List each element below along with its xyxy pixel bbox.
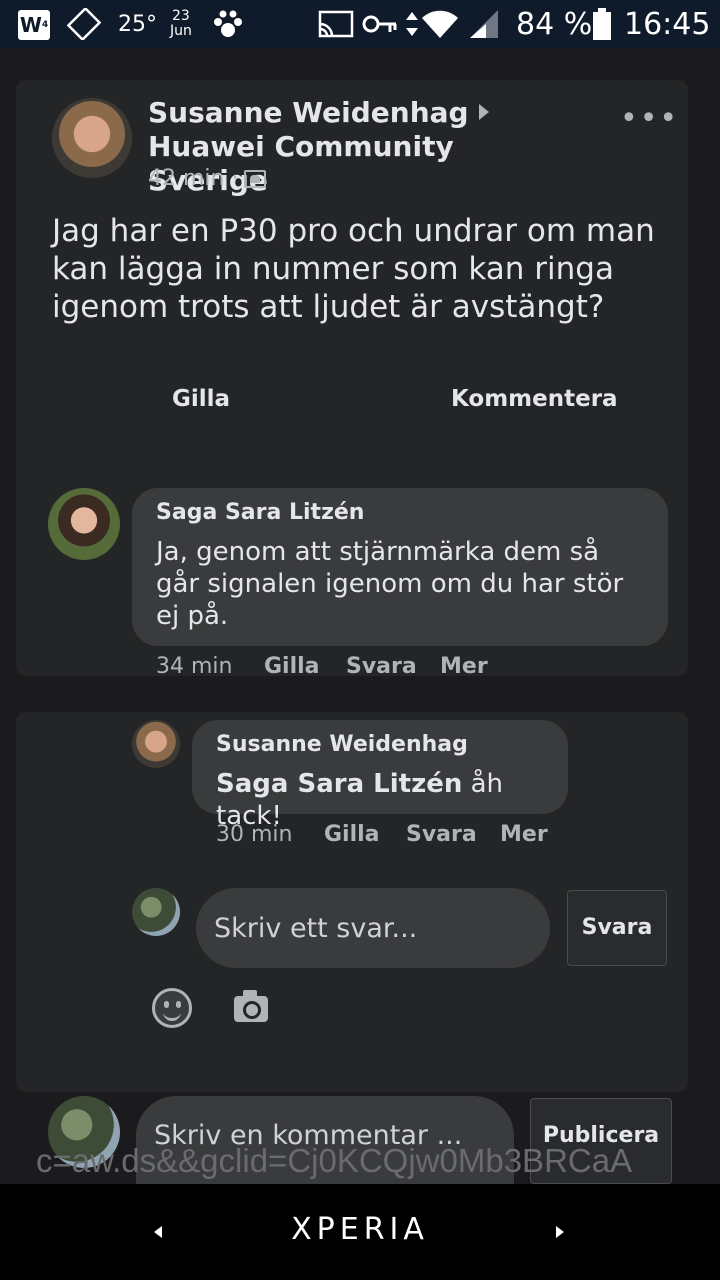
reply-like-button[interactable]: Gilla xyxy=(324,822,380,847)
comment-reply-button[interactable]: Svara xyxy=(346,654,417,679)
status-bar: W4 25° 23 Jun 84 % 16:45 xyxy=(0,0,720,48)
reply-reply-button[interactable]: Svara xyxy=(406,822,477,847)
reply-more-button[interactable]: Mer xyxy=(500,822,548,847)
battery-icon xyxy=(593,8,611,40)
commenter-avatar[interactable] xyxy=(48,488,120,560)
app-badge-icon: W4 xyxy=(18,10,50,40)
post-text: Jag har en P30 pro och undrar om man kan… xyxy=(52,213,655,325)
comment-button[interactable]: Kommentera xyxy=(451,386,618,412)
comment-more-button[interactable]: Mer xyxy=(440,654,488,679)
screen: W4 25° 23 Jun 84 % 16:45 Susanne Weidenh… xyxy=(0,0,720,1280)
reply-avatar[interactable] xyxy=(132,720,180,768)
cast-icon xyxy=(318,10,354,38)
paw-icon xyxy=(214,10,242,37)
more-options-icon[interactable]: ••• xyxy=(620,104,677,140)
temperature: 25° xyxy=(118,11,157,37)
reply-input[interactable]: Skriv ett svar... xyxy=(196,888,550,968)
reply-author[interactable]: Susanne Weidenhag xyxy=(216,732,468,757)
camera-icon[interactable] xyxy=(234,990,268,1022)
comment-author[interactable]: Saga Sara Litzén xyxy=(156,500,364,525)
like-button[interactable]: Gilla xyxy=(172,386,230,412)
url-overlay-text: c=aw.ds&&gclid=Cj0KCQjw0Mb3BRCaA xyxy=(36,1142,633,1179)
post-time[interactable]: 42 min · xyxy=(148,166,238,191)
forward-arrow-icon[interactable] xyxy=(556,1226,564,1238)
brand-logo: XPERIA xyxy=(291,1212,429,1247)
battery-percent: 84 % xyxy=(516,6,593,42)
mention-link[interactable]: Saga Sara Litzén xyxy=(216,769,462,799)
reply-time: 30 min xyxy=(216,822,293,847)
author-name[interactable]: Susanne Weidenhag xyxy=(148,96,469,129)
emoji-icon[interactable] xyxy=(152,988,192,1028)
data-arrows-icon xyxy=(406,12,418,36)
caret-right-icon xyxy=(478,104,489,120)
signal-icon xyxy=(470,10,498,38)
author-avatar[interactable] xyxy=(52,98,132,178)
date: 23 Jun xyxy=(170,8,192,39)
post-meta: 42 min · xyxy=(148,166,267,191)
clock: 16:45 xyxy=(624,6,711,42)
data-saver-icon xyxy=(66,8,102,40)
key-icon xyxy=(362,15,397,33)
reply-submit-button[interactable]: Svara xyxy=(567,890,667,966)
comment-like-button[interactable]: Gilla xyxy=(264,654,320,679)
comment-text: Ja, genom att stjärnmärka dem så går sig… xyxy=(156,537,624,631)
comment-time: 34 min xyxy=(156,654,233,679)
group-audience-icon xyxy=(244,169,267,188)
feed-background xyxy=(0,48,720,80)
back-arrow-icon[interactable] xyxy=(154,1226,162,1238)
wifi-icon xyxy=(422,10,458,38)
my-avatar-small xyxy=(132,888,180,936)
